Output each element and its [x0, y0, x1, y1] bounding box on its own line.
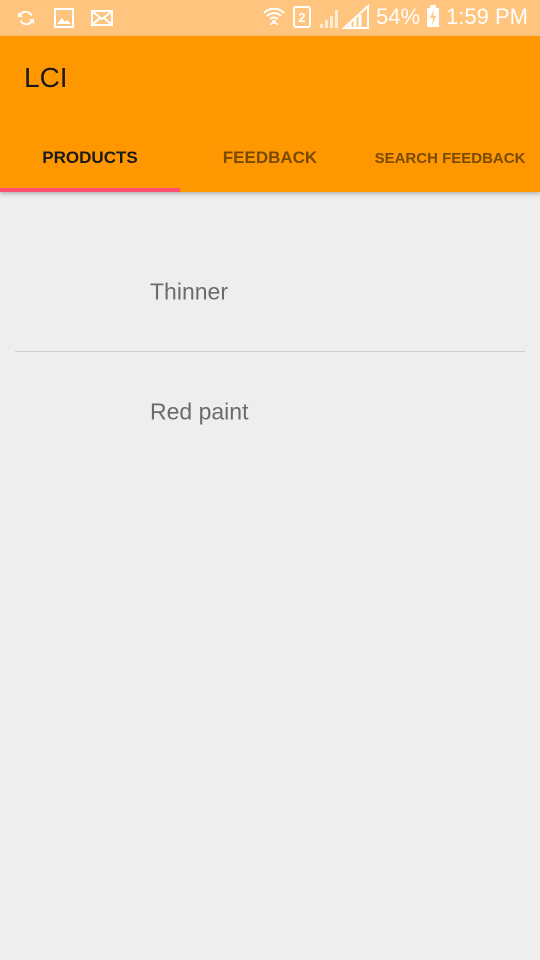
tab-label: PRODUCTS — [42, 148, 138, 167]
battery-percentage: 54% — [376, 4, 421, 29]
image-icon — [54, 8, 74, 28]
notification-icons — [14, 6, 114, 30]
status-bar: 2 54% 1:59 PM — [0, 0, 540, 36]
product-name: Thinner — [150, 278, 228, 305]
list-item[interactable]: Red paint — [0, 352, 540, 472]
clock: 1:59 PM — [446, 4, 528, 29]
tab-label: SEARCH FEEDBACK — [374, 149, 526, 167]
mail-icon — [91, 10, 113, 26]
tab-feedback[interactable]: FEEDBACK — [180, 124, 360, 192]
tab-bar: PRODUCTS FEEDBACK SEARCH FEEDBACK — [0, 124, 540, 192]
wifi-icon — [263, 7, 285, 26]
app-title: LCI — [24, 62, 68, 93]
products-list: Thinner Red paint — [0, 192, 540, 960]
product-name: Red paint — [150, 398, 249, 425]
svg-text:2: 2 — [298, 10, 305, 25]
tab-products[interactable]: PRODUCTS — [0, 124, 180, 192]
system-status: 2 54% 1:59 PM — [262, 4, 528, 30]
sim-2-icon: 2 — [293, 6, 312, 28]
charging-battery-icon — [427, 5, 440, 27]
signal-icon — [320, 4, 370, 29]
sync-icon — [18, 10, 34, 26]
tab-label: FEEDBACK — [222, 148, 318, 167]
app-bar: LCI PRODUCTS FEEDBACK SEARCH FEEDBACK — [0, 36, 540, 192]
tab-search-feedback[interactable]: SEARCH FEEDBACK — [360, 124, 540, 192]
list-item[interactable]: Thinner — [0, 232, 540, 352]
